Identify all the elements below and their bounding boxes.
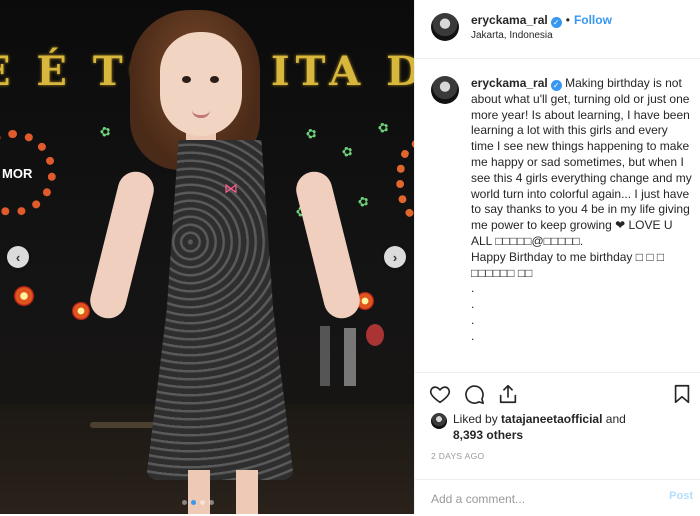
carousel-dot: [182, 500, 187, 505]
verified-badge-icon: ✓: [550, 80, 562, 91]
leg: [188, 470, 210, 514]
share-button[interactable]: [497, 383, 519, 405]
post-actions: Liked by tatajaneetaofficial and 8,393 o…: [415, 372, 700, 515]
author-avatar[interactable]: [431, 13, 459, 41]
carousel-next-button[interactable]: ›: [384, 246, 406, 268]
butterfly-decoration: ✿: [375, 118, 391, 137]
comment-form: Post: [415, 479, 700, 516]
location-link[interactable]: Jakarta, Indonesia: [471, 30, 553, 41]
flower-decoration: [14, 286, 34, 306]
mouth: [192, 110, 210, 118]
wreath-text: MOR: [2, 166, 33, 181]
heart-icon: [429, 386, 451, 404]
chevron-right-icon: ›: [392, 249, 398, 265]
save-button[interactable]: [671, 383, 693, 405]
carousel-dot: [200, 500, 205, 505]
caption-text-block: eryckama_ral ✓ Making birthday is not abo…: [471, 76, 693, 345]
caption-username[interactable]: eryckama_ral: [471, 76, 548, 90]
comment-button[interactable]: [463, 383, 485, 405]
flower-decoration: [72, 302, 90, 320]
wall-fixture: [366, 324, 384, 346]
likes-summary: Liked by tatajaneetaofficial and 8,393 o…: [431, 411, 626, 443]
likes-and: and: [605, 412, 626, 426]
chevron-left-icon: ‹: [15, 249, 21, 265]
separator-dot: •: [565, 13, 570, 27]
likes-count[interactable]: 8,393 others: [453, 428, 523, 442]
right-arm: [292, 167, 364, 323]
liker-avatar[interactable]: [431, 413, 447, 429]
dress: [146, 140, 294, 480]
post-header: eryckama_ral ✓ • Follow Jakarta, Indonesia: [415, 0, 700, 59]
post-photo[interactable]: E É TODO ITA DE MOR ✿ ✿ ✿ ✿ ✿ ✿: [0, 0, 414, 514]
instagram-post: E É TODO ITA DE MOR ✿ ✿ ✿ ✿ ✿ ✿: [0, 0, 700, 514]
carousel-indicator: [182, 500, 214, 505]
caption: eryckama_ral ✓ Making birthday is not abo…: [431, 76, 693, 345]
like-button[interactable]: [429, 383, 451, 405]
verified-badge-icon: ✓: [550, 17, 562, 28]
post-side-panel: eryckama_ral ✓ • Follow Jakarta, Indonesia …: [414, 0, 700, 514]
left-arm: [86, 167, 158, 323]
post-timestamp[interactable]: 2 DAYS AGO: [431, 451, 484, 461]
likes-prefix: Liked by: [453, 412, 498, 426]
post-comment-button[interactable]: Post: [669, 490, 693, 502]
carousel-prev-button[interactable]: ‹: [7, 246, 29, 268]
liker-username[interactable]: tatajaneetaofficial: [501, 412, 602, 426]
leg: [236, 470, 258, 514]
caption-text: Making birthday is not about what u'll g…: [471, 76, 692, 343]
share-icon: [499, 384, 517, 404]
carousel-dot: [209, 500, 214, 505]
comment-icon: [465, 385, 484, 404]
caption-avatar[interactable]: [431, 76, 459, 104]
face: [160, 32, 242, 136]
eye: [210, 76, 219, 83]
carousel-dot: [191, 500, 196, 505]
heart-wreath-right: [396, 140, 414, 220]
eye: [182, 76, 191, 83]
bow-icon: ⋈: [224, 180, 238, 196]
bookmark-icon: [674, 384, 690, 404]
author-username[interactable]: eryckama_ral: [471, 13, 548, 27]
follow-button[interactable]: Follow: [574, 13, 612, 27]
girl-figure: ⋈: [86, 10, 364, 514]
comment-input[interactable]: [429, 489, 653, 509]
